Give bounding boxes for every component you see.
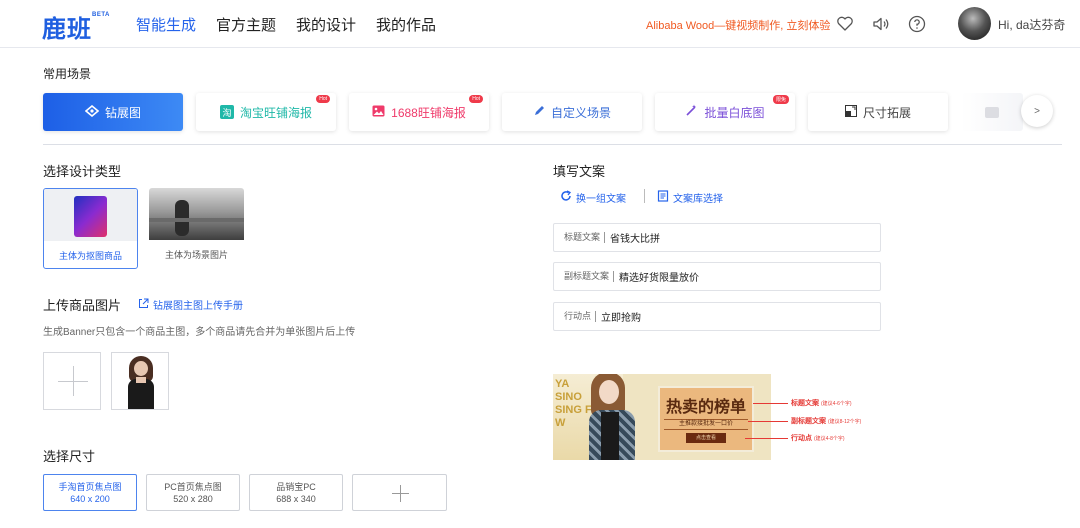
- subtitle-annotation: 副标题文案 (建议8-12个字): [791, 418, 862, 425]
- username[interactable]: Hi, da达芬奇: [998, 16, 1065, 33]
- size-option-pc-focus[interactable]: PC首页焦点图 520 x 280: [146, 474, 240, 511]
- top-header: 鹿班 BETA 智能生成 官方主题 我的设计 我的作品 Alibaba Wood…: [0, 0, 1080, 48]
- scenes-title: 常用场景: [43, 67, 92, 81]
- design-type-cutout-product[interactable]: 主体为抠图商品: [43, 188, 138, 269]
- scene-custom[interactable]: 自定义场景: [502, 93, 642, 131]
- scene-1688-poster[interactable]: 1688旺铺海报 Hot: [349, 93, 489, 131]
- design-type-label: 主体为抠图商品: [58, 251, 122, 261]
- banner-preview: YA SINO SING FO W 热卖的榜单 主推款接批发一口价 点击查看: [553, 374, 771, 460]
- beta-badge: BETA: [92, 12, 110, 18]
- upload-hint: 生成Banner只包含一个商品主图，多个商品请先合并为单张图片后上传: [43, 327, 356, 338]
- heart-icon[interactable]: [835, 14, 855, 34]
- swap-copy-button[interactable]: 换一组文案: [560, 190, 626, 205]
- action-copy-field[interactable]: 行动点: [553, 302, 881, 331]
- title-copy-field[interactable]: 标题文案: [553, 223, 881, 252]
- hot-badge: Hot: [316, 95, 330, 103]
- nav-official-themes[interactable]: 官方主题: [216, 14, 276, 35]
- pen-icon: [533, 105, 545, 120]
- design-type-scene-image[interactable]: 主体为场景图片: [149, 188, 244, 269]
- avatar[interactable]: [958, 7, 991, 40]
- logo[interactable]: 鹿班: [42, 9, 92, 44]
- scene-label: 批量白底图: [704, 105, 765, 120]
- nav-my-works[interactable]: 我的作品: [376, 14, 436, 35]
- nav-my-designs[interactable]: 我的设计: [296, 14, 356, 35]
- scene-size-expand[interactable]: 尺寸拓展: [808, 93, 948, 131]
- main-nav: 智能生成 官方主题 我的设计 我的作品: [136, 14, 456, 35]
- action-copy-input[interactable]: [601, 311, 842, 322]
- uploaded-product-thumbnail[interactable]: [111, 352, 169, 410]
- size-dims: 688 x 340: [276, 494, 316, 504]
- size-name: 手淘首页焦点图: [58, 482, 122, 492]
- banner-title: 热卖的榜单: [665, 397, 746, 416]
- subtitle-copy-field[interactable]: 副标题文案: [553, 262, 881, 291]
- upload-title: 上传商品图片: [43, 298, 122, 313]
- free-badge: 限免: [772, 95, 789, 104]
- scene-next-button[interactable]: >: [1021, 95, 1053, 127]
- size-name: 品销宝PC: [276, 482, 316, 492]
- refresh-icon: [560, 190, 572, 205]
- scene-label: 尺寸拓展: [862, 105, 911, 120]
- size-add-button[interactable]: [352, 474, 447, 511]
- field-label: 标题文案: [564, 232, 606, 243]
- promo-link[interactable]: Alibaba Wood—键视频制作, 立刻体验: [646, 17, 830, 33]
- size-dims: 520 x 280: [173, 494, 213, 504]
- scene-batch-white-bg[interactable]: 批量白底图 限免: [655, 93, 795, 131]
- speaker-icon[interactable]: [871, 14, 891, 34]
- scene-label: 钻展图: [104, 105, 141, 120]
- upload-manual-link[interactable]: 钻展图主图上传手册: [138, 297, 243, 312]
- document-icon: [657, 190, 669, 205]
- design-type-label: 主体为场景图片: [164, 250, 228, 260]
- help-icon[interactable]: [907, 14, 927, 34]
- upload-manual-label: 钻展图主图上传手册: [153, 301, 243, 312]
- scene-display-ad[interactable]: 钻展图: [43, 93, 183, 131]
- size-option-mobile-focus[interactable]: 手淘首页焦点图 640 x 200: [43, 474, 137, 511]
- subtitle-copy-input[interactable]: [619, 271, 860, 282]
- size-dims: 640 x 200: [70, 494, 110, 504]
- scene-thumbnail: [149, 188, 244, 240]
- eye-icon: [84, 104, 100, 120]
- scene-label: 淘宝旺铺海报: [239, 105, 312, 120]
- scene-label: 1688旺铺海报: [391, 105, 466, 120]
- title-annotation: 标题文案 (建议4-6个字): [791, 400, 852, 407]
- section-divider: [43, 144, 1062, 145]
- hot-badge: Hot: [469, 95, 483, 103]
- title-copy-input[interactable]: [610, 232, 851, 243]
- resize-icon: [844, 104, 857, 120]
- copy-title: 填写文案: [553, 164, 606, 179]
- phone-thumbnail: [44, 189, 137, 241]
- upload-add-button[interactable]: [43, 352, 101, 410]
- model-image: [599, 380, 619, 404]
- banner-cta: 点击查看: [686, 433, 726, 443]
- scene-row: 钻展图 淘 淘宝旺铺海报 Hot 1688旺铺海报 Hot 自定义场景 批量白底…: [43, 93, 1023, 131]
- design-type-title: 选择设计类型: [43, 164, 122, 179]
- size-title: 选择尺寸: [43, 449, 96, 464]
- copy-divider: [644, 189, 645, 203]
- taobao-icon: 淘: [219, 105, 234, 119]
- banner-text-box: 热卖的榜单 主推款接批发一口价 点击查看: [658, 386, 754, 452]
- copy-library-button[interactable]: 文案库选择: [657, 190, 723, 205]
- nav-smart-generate[interactable]: 智能生成: [136, 14, 196, 35]
- field-label: 副标题文案: [564, 271, 615, 282]
- image-icon: [985, 106, 999, 118]
- copy-library-label: 文案库选择: [673, 194, 723, 205]
- size-name: PC首页焦点图: [164, 482, 222, 492]
- swap-copy-label: 换一组文案: [576, 194, 626, 205]
- banner-subtitle: 主推款接批发一口价: [664, 419, 748, 430]
- magic-wand-icon: [685, 104, 698, 120]
- action-annotation: 行动点 (建议4-8个字): [791, 435, 845, 442]
- size-option-pc-brand[interactable]: 品销宝PC 688 x 340: [249, 474, 343, 511]
- scene-more-partial[interactable]: [961, 93, 1023, 131]
- external-link-icon: [138, 298, 149, 312]
- scene-label: 自定义场景: [550, 105, 611, 120]
- field-label: 行动点: [564, 311, 597, 322]
- scene-taobao-poster[interactable]: 淘 淘宝旺铺海报 Hot: [196, 93, 336, 131]
- image-icon: [372, 105, 385, 120]
